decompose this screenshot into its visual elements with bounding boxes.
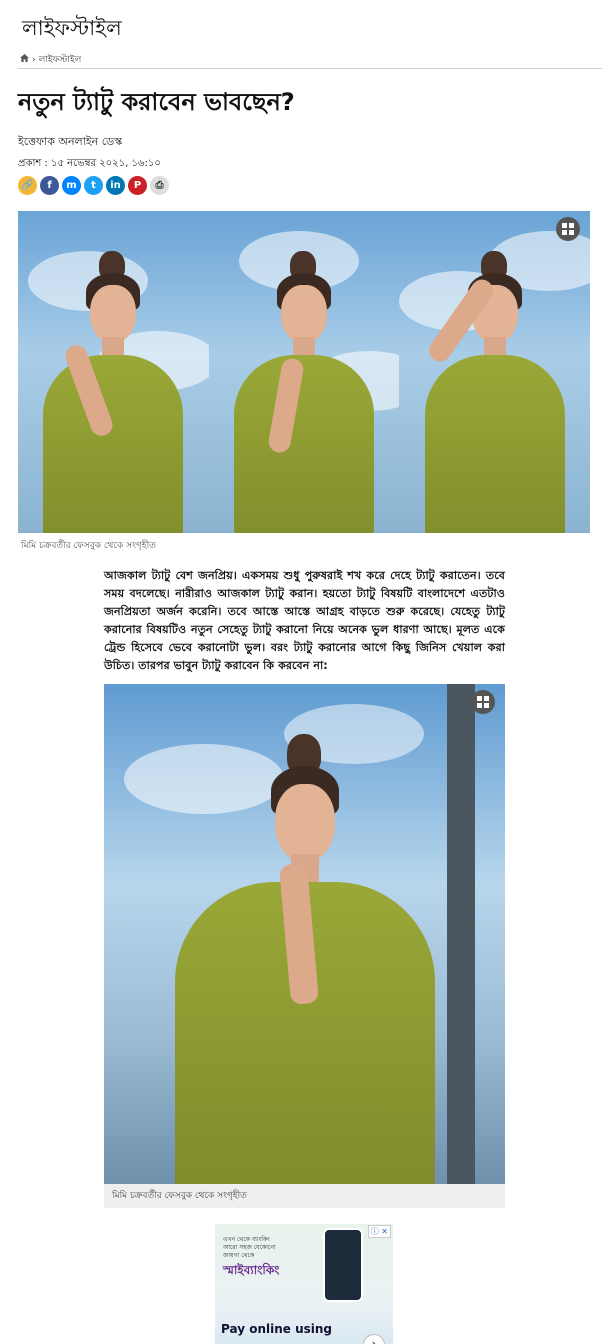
gallery-expand-icon[interactable]	[556, 217, 581, 241]
gallery-photo-3[interactable]	[399, 211, 590, 533]
article-headline: নতুন ট্যাটু করাবেন ভাবছেন?	[18, 88, 295, 116]
person-figure	[420, 233, 570, 533]
chevron-right-icon[interactable]: ›	[363, 1334, 385, 1344]
person-figure	[38, 233, 188, 533]
share-bar: 🔗 f m t in P ⎙	[18, 176, 169, 195]
print-icon[interactable]: ⎙	[150, 176, 169, 195]
header-divider	[18, 68, 602, 69]
ad-brand: স্মাইব্যাংকিং	[223, 1263, 280, 1277]
window-frame	[447, 684, 475, 1184]
image-caption: মিমি চক্রবর্তীর ফেসবুক থেকে সংগৃহীত	[104, 1184, 505, 1208]
linkedin-icon[interactable]: in	[106, 176, 125, 195]
ad-choices-badge[interactable]: ⓘ ✕	[367, 1225, 391, 1238]
facebook-icon[interactable]: f	[40, 176, 59, 195]
gallery-photo-2[interactable]	[208, 211, 400, 533]
advertisement[interactable]: ⓘ ✕ এখন থেকে ব্যাংকিং আরো সহজ যেকোনো জায…	[215, 1224, 393, 1344]
image-caption: মিমি চক্রবর্তীর ফেসবুক থেকে সংগৃহীত	[21, 541, 156, 551]
section-title[interactable]: লাইফস্টাইল	[22, 12, 122, 47]
ad-cta-text[interactable]: Pay online using	[221, 1322, 332, 1336]
breadcrumb: › লাইফস্টাইল	[20, 52, 81, 67]
gallery-photo-1[interactable]	[18, 211, 209, 533]
person-figure	[229, 233, 379, 533]
gallery-expand-icon[interactable]	[471, 690, 495, 714]
link-icon[interactable]: 🔗	[18, 176, 37, 195]
breadcrumb-current[interactable]: লাইফস্টাইল	[39, 52, 82, 67]
article-author: ইত্তেফাক অনলাইন ডেস্ক	[18, 135, 123, 148]
home-icon[interactable]	[20, 54, 29, 65]
person-figure	[174, 714, 435, 1184]
article-body: আজকাল ট্যাটু বেশ জনপ্রিয়। একসময় শুধু প…	[104, 569, 505, 672]
published-date: প্রকাশ : ১৫ নভেম্বর ২০২১, ১৬:১০	[18, 158, 161, 169]
messenger-icon[interactable]: m	[62, 176, 81, 195]
article-photo[interactable]	[104, 684, 505, 1184]
breadcrumb-separator: ›	[32, 54, 36, 65]
pinterest-icon[interactable]: P	[128, 176, 147, 195]
twitter-icon[interactable]: t	[84, 176, 103, 195]
phone-image	[323, 1228, 363, 1302]
photo-gallery[interactable]	[18, 211, 590, 533]
ad-tagline: এখন থেকে ব্যাংকিং আরো সহজ যেকোনো জায়গা …	[223, 1236, 276, 1259]
